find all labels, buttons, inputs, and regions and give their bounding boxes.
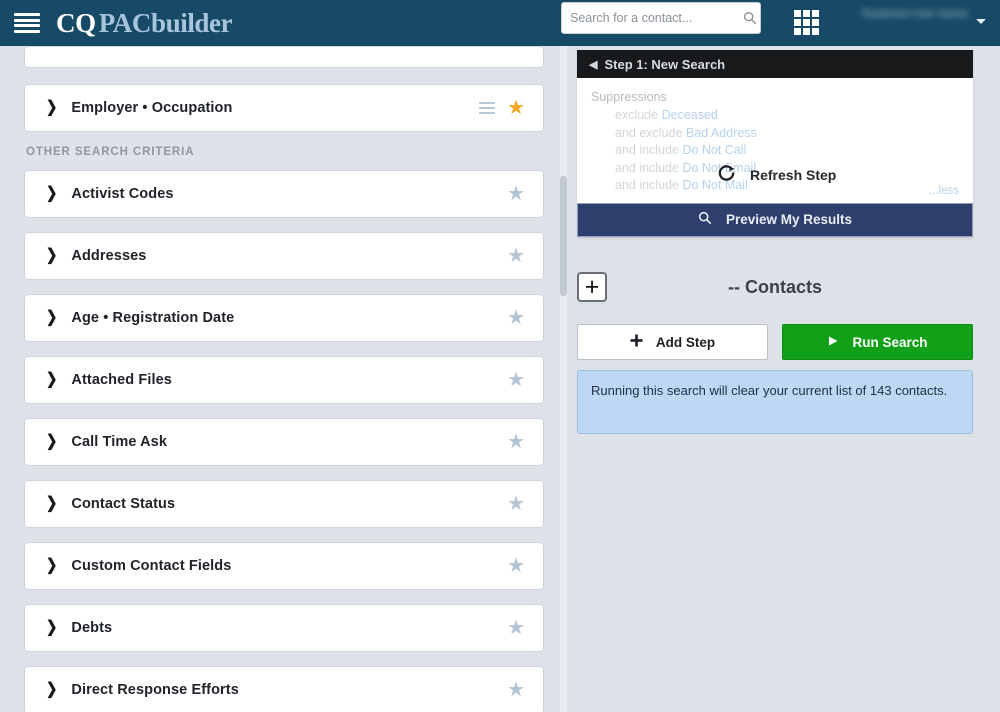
criteria-card-call-time-ask[interactable]: ❯ Call Time Ask ★ — [24, 418, 544, 466]
criteria-label: Employer • Occupation — [71, 100, 233, 116]
star-icon[interactable]: ★ — [507, 308, 525, 328]
refresh-icon — [717, 163, 736, 187]
step-actions: Add Step Run Search — [577, 324, 973, 360]
grid-apps-icon[interactable] — [794, 10, 822, 36]
user-name-label: Redacted User Name — [862, 8, 968, 20]
app-logo[interactable]: CQ PACbuilder — [56, 7, 233, 38]
search-input[interactable] — [562, 4, 739, 32]
chevron-right-icon: ❯ — [46, 309, 58, 326]
section-label-other-search-criteria: OTHER SEARCH CRITERIA — [26, 146, 195, 158]
suppression-prefix: and exclude — [615, 125, 683, 140]
plus-icon — [630, 334, 643, 350]
search-criteria-panel: ❯ Employer • Occupation ★ OTHER SEARCH C… — [0, 46, 568, 712]
run-search-button[interactable]: Run Search — [782, 324, 973, 360]
chevron-right-icon: ❯ — [46, 247, 58, 264]
search-icon — [698, 211, 712, 228]
chevron-right-icon: ❯ — [46, 557, 58, 574]
refresh-step-button[interactable]: Refresh Step — [717, 163, 836, 187]
list-lines-icon[interactable] — [479, 101, 496, 115]
add-step-button[interactable]: Add Step — [577, 324, 768, 360]
suppression-value[interactable]: Do Not Call — [682, 143, 746, 157]
criteria-card-contact-status[interactable]: ❯ Contact Status ★ — [24, 480, 544, 528]
add-step-label: Add Step — [655, 334, 716, 350]
less-link[interactable]: ...less — [929, 185, 959, 197]
hamburger-menu-icon[interactable] — [14, 12, 40, 34]
play-icon — [827, 335, 839, 350]
star-icon[interactable]: ★ — [507, 184, 525, 204]
app-root: CQ PACbuilder Redacted User Name ❯ Emplo… — [0, 0, 1000, 712]
suppression-row: and include Do Not Call — [615, 142, 959, 160]
star-icon[interactable]: ★ — [507, 618, 525, 638]
logo-cq: CQ — [56, 7, 96, 38]
search-warning-message: Running this search will clear your curr… — [577, 370, 973, 434]
search-icon[interactable] — [739, 11, 760, 25]
chevron-down-icon[interactable] — [976, 19, 986, 24]
contacts-count-title: -- Contacts — [728, 276, 822, 297]
criteria-label: Contact Status — [71, 496, 176, 512]
criteria-label: Activist Codes — [71, 186, 174, 202]
preview-my-results-button[interactable]: Preview My Results — [577, 202, 973, 237]
criteria-label: Call Time Ask — [71, 434, 167, 450]
top-navigation-bar: CQ PACbuilder Redacted User Name — [0, 0, 1000, 46]
star-icon[interactable]: ★ — [507, 370, 525, 390]
preview-my-results-label: Preview My Results — [725, 212, 853, 227]
criteria-label: Debts — [71, 620, 113, 636]
suppression-prefix: and include — [615, 178, 679, 192]
criteria-card-direct-response-efforts[interactable]: ❯ Direct Response Efforts ★ — [24, 666, 544, 712]
star-icon[interactable]: ★ — [507, 680, 525, 700]
left-panel-scrollbar[interactable] — [560, 46, 567, 712]
suppression-prefix: exclude — [615, 108, 659, 122]
chevron-right-icon: ❯ — [46, 371, 58, 388]
step-title: Step 1: New Search — [604, 56, 726, 72]
run-search-label: Run Search — [852, 334, 928, 350]
logo-pacbuilder: PACbuilder — [98, 7, 233, 38]
criteria-card-attached-files[interactable]: ❯ Attached Files ★ — [24, 356, 544, 404]
step-card: ◀ Step 1: New Search Suppressions exclud… — [577, 50, 973, 237]
star-icon[interactable]: ★ — [507, 246, 525, 266]
suppression-value[interactable]: Deceased — [662, 108, 718, 122]
criteria-label: Addresses — [71, 248, 147, 264]
star-icon[interactable]: ★ — [507, 98, 525, 118]
star-icon[interactable]: ★ — [507, 556, 525, 576]
suppression-prefix: and include — [615, 160, 679, 175]
criteria-card-employer-occupation[interactable]: ❯ Employer • Occupation ★ — [24, 84, 544, 132]
scrollbar-thumb[interactable] — [560, 176, 567, 296]
chevron-right-icon: ❯ — [46, 99, 58, 116]
criteria-list: ❯ Employer • Occupation ★ OTHER SEARCH C… — [0, 46, 568, 712]
step-body: Suppressions exclude Deceased and exclud… — [577, 78, 973, 203]
suppression-prefix: and include — [615, 143, 679, 157]
criteria-card-addresses[interactable]: ❯ Addresses ★ — [24, 232, 544, 280]
contact-search-box[interactable] — [561, 2, 761, 34]
criteria-label: Custom Contact Fields — [71, 558, 232, 574]
suppressions-title: Suppressions — [591, 90, 667, 104]
suppression-row: and exclude Bad Address — [615, 125, 959, 143]
chevron-right-icon: ❯ — [46, 433, 58, 450]
step-header[interactable]: ◀ Step 1: New Search — [577, 50, 973, 78]
criteria-card-debts[interactable]: ❯ Debts ★ — [24, 604, 544, 652]
chevron-right-icon: ❯ — [46, 619, 58, 636]
user-menu[interactable]: Redacted User Name — [862, 4, 990, 42]
chevron-right-icon: ❯ — [46, 681, 58, 698]
criteria-card-custom-contact-fields[interactable]: ❯ Custom Contact Fields ★ — [24, 542, 544, 590]
refresh-step-label: Refresh Step — [750, 167, 837, 183]
search-step-panel: ◀ Step 1: New Search Suppressions exclud… — [568, 46, 1000, 712]
suppression-row: exclude Deceased — [615, 107, 959, 125]
criteria-label: Age • Registration Date — [71, 310, 235, 326]
criteria-card-age-registration-date[interactable]: ❯ Age • Registration Date ★ — [24, 294, 544, 342]
criteria-label: Attached Files — [71, 372, 172, 388]
contacts-summary-row: + -- Contacts — [577, 268, 973, 314]
chevron-right-icon: ❯ — [46, 185, 58, 202]
criteria-card-activist-codes[interactable]: ❯ Activist Codes ★ — [24, 170, 544, 218]
star-icon[interactable]: ★ — [507, 494, 525, 514]
chevron-right-icon: ❯ — [46, 495, 58, 512]
criteria-card-partial[interactable] — [24, 46, 544, 68]
caret-left-icon[interactable]: ◀ — [589, 58, 597, 71]
criteria-label: Direct Response Efforts — [71, 682, 239, 698]
star-icon[interactable]: ★ — [507, 432, 525, 452]
suppression-value[interactable]: Bad Address — [686, 126, 757, 140]
